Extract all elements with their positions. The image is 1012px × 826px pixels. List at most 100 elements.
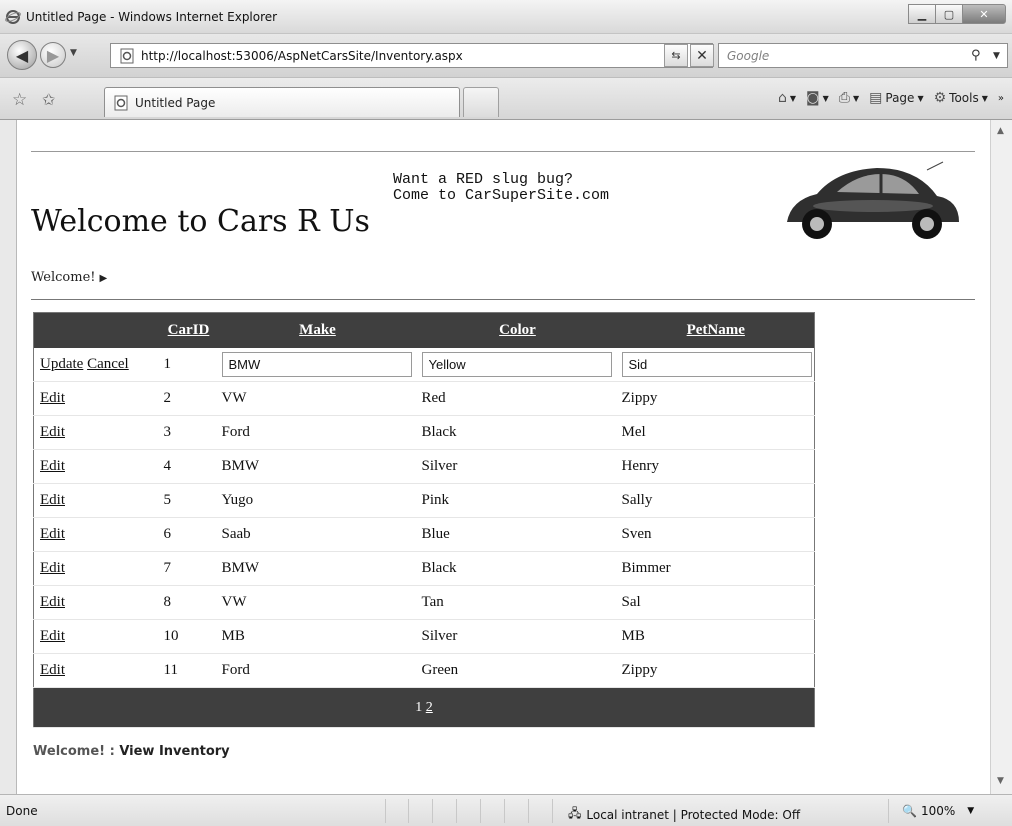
- minimize-button[interactable]: ▁: [908, 4, 936, 24]
- chevron-down-icon: ▼: [789, 93, 797, 103]
- sitemap-root-label[interactable]: Welcome!: [31, 270, 96, 285]
- feeds-button[interactable]: ◙ ▼: [806, 90, 829, 106]
- window-title: Untitled Page - Windows Internet Explore…: [26, 10, 278, 24]
- expand-arrow-icon[interactable]: ▶: [100, 273, 108, 284]
- edit-link[interactable]: Edit: [40, 390, 65, 406]
- ad-banner-text[interactable]: Want a RED slug bug? Come to CarSuperSit…: [393, 172, 609, 204]
- edit-link[interactable]: Edit: [40, 594, 65, 610]
- color-cell: Blue: [417, 517, 618, 552]
- header-make[interactable]: Make: [217, 312, 418, 348]
- carid-cell: 7: [159, 551, 218, 586]
- zoom-icon: 🔍: [902, 804, 917, 818]
- carid-cell: 10: [159, 619, 218, 654]
- pager-link-page-2[interactable]: 2: [426, 700, 433, 715]
- grid-pager-row: 1 2: [33, 687, 815, 728]
- stop-icon: ✕: [696, 47, 708, 64]
- ad-line-1[interactable]: Want a RED slug bug?: [393, 172, 609, 188]
- scroll-up-icon[interactable]: ▲: [997, 126, 1004, 136]
- breadcrumb-root[interactable]: Welcome! :: [33, 744, 119, 759]
- edit-link[interactable]: Edit: [40, 560, 65, 576]
- table-row: Edit 6 Saab Blue Sven: [33, 517, 815, 552]
- page-icon: [114, 95, 128, 110]
- edit-link[interactable]: Edit: [40, 492, 65, 508]
- search-placeholder[interactable]: Google: [727, 49, 971, 63]
- site-title: Welcome to Cars R Us: [31, 204, 370, 239]
- more-commands-icon[interactable]: »: [998, 93, 1004, 104]
- make-cell: BMW: [217, 551, 418, 586]
- tools-menu-button[interactable]: ⚙ Tools ▼: [934, 90, 988, 106]
- edit-link[interactable]: Edit: [40, 526, 65, 542]
- header-color[interactable]: Color: [417, 312, 618, 348]
- table-row: Edit 2 VW Red Zippy: [33, 381, 815, 416]
- rss-icon: ◙: [806, 90, 820, 106]
- home-button[interactable]: ⌂ ▼: [778, 90, 796, 106]
- command-cell: Edit: [33, 449, 160, 484]
- close-button[interactable]: ✕: [962, 4, 1006, 24]
- update-link[interactable]: Update: [40, 356, 83, 372]
- home-icon: ⌂: [777, 90, 787, 106]
- table-row: Edit 3 Ford Black Mel: [33, 415, 815, 450]
- favorites-center-icon[interactable]: ☆: [12, 90, 27, 110]
- print-button[interactable]: ⎙ ▼: [839, 90, 859, 106]
- address-field[interactable]: http://localhost:53006/AspNetCarsSite/In…: [110, 43, 713, 68]
- edit-link[interactable]: Edit: [40, 662, 65, 678]
- command-cell: Edit: [33, 415, 160, 450]
- refresh-button[interactable]: ⇆: [664, 44, 688, 67]
- cancel-link[interactable]: Cancel: [87, 356, 129, 372]
- maximize-button[interactable]: ▢: [935, 4, 963, 24]
- command-cell: Edit: [33, 585, 160, 620]
- page-icon: [120, 48, 134, 63]
- breadcrumb: Welcome! : View Inventory: [33, 744, 230, 759]
- command-cell: Edit: [33, 551, 160, 586]
- sitemap-path: Welcome! ▶: [31, 270, 107, 285]
- search-box[interactable]: Google ⚲ ▼: [718, 43, 1008, 68]
- table-row-editing: Update Cancel 1: [33, 347, 815, 382]
- tab-untitled-page[interactable]: Untitled Page: [104, 87, 460, 117]
- carid-cell: 2: [159, 381, 218, 416]
- petname-cell: Mel: [617, 415, 815, 450]
- search-icon[interactable]: ⚲: [971, 48, 993, 63]
- stop-button[interactable]: ✕: [690, 44, 714, 67]
- petname-cell: Bimmer: [617, 551, 815, 586]
- page-menu-button[interactable]: ▤ Page ▼: [869, 90, 923, 106]
- scroll-down-icon[interactable]: ▼: [997, 776, 1004, 786]
- color-input[interactable]: [421, 351, 612, 377]
- car-image[interactable]: [777, 160, 961, 240]
- make-cell: VW: [217, 585, 418, 620]
- zoom-control[interactable]: 🔍 100% ▼: [902, 804, 974, 818]
- search-options-icon[interactable]: ▼: [993, 51, 1007, 61]
- forward-button[interactable]: ▶: [40, 42, 66, 68]
- status-divider: [480, 799, 481, 823]
- petname-input[interactable]: [621, 351, 812, 377]
- edit-link[interactable]: Edit: [40, 628, 65, 644]
- status-text: Done: [6, 804, 38, 818]
- page-menu-label: Page: [885, 91, 915, 105]
- make-input[interactable]: [221, 351, 412, 377]
- address-toolbar: ◀ ▶ ▼ http://localhost:53006/AspNetCarsS…: [0, 34, 1012, 78]
- middle-divider: [31, 299, 975, 300]
- new-tab-button[interactable]: [463, 87, 499, 117]
- vertical-scrollbar[interactable]: ▲ ▼: [990, 120, 1012, 794]
- petname-cell: Sal: [617, 585, 815, 620]
- recent-pages-dropdown[interactable]: ▼: [70, 48, 77, 58]
- back-button[interactable]: ◀: [7, 40, 37, 70]
- header-petname[interactable]: PetName: [617, 312, 815, 348]
- petname-cell: Zippy: [617, 381, 815, 416]
- header-carid[interactable]: CarID: [159, 312, 218, 348]
- petname-cell: Sally: [617, 483, 815, 518]
- table-row: Edit 10 MB Silver MB: [33, 619, 815, 654]
- security-zone[interactable]: 🖧 Local intranet | Protected Mode: Off: [568, 804, 800, 825]
- edit-link[interactable]: Edit: [40, 424, 65, 440]
- intranet-zone-icon: 🖧: [568, 806, 582, 820]
- command-cell: Edit: [33, 619, 160, 654]
- edit-link[interactable]: Edit: [40, 458, 65, 474]
- zone-label: Local intranet | Protected Mode: Off: [586, 807, 801, 822]
- command-cell: Edit: [33, 653, 160, 688]
- petname-cell: [617, 347, 815, 382]
- inventory-grid: CarID Make Color PetName Update Cancel 1…: [33, 312, 815, 728]
- address-url[interactable]: http://localhost:53006/AspNetCarsSite/In…: [141, 49, 696, 63]
- carid-cell: 4: [159, 449, 218, 484]
- add-favorites-icon[interactable]: ✩: [42, 90, 55, 109]
- ad-line-2[interactable]: Come to CarSuperSite.com: [393, 188, 609, 204]
- chevron-down-icon: ▼: [852, 93, 860, 103]
